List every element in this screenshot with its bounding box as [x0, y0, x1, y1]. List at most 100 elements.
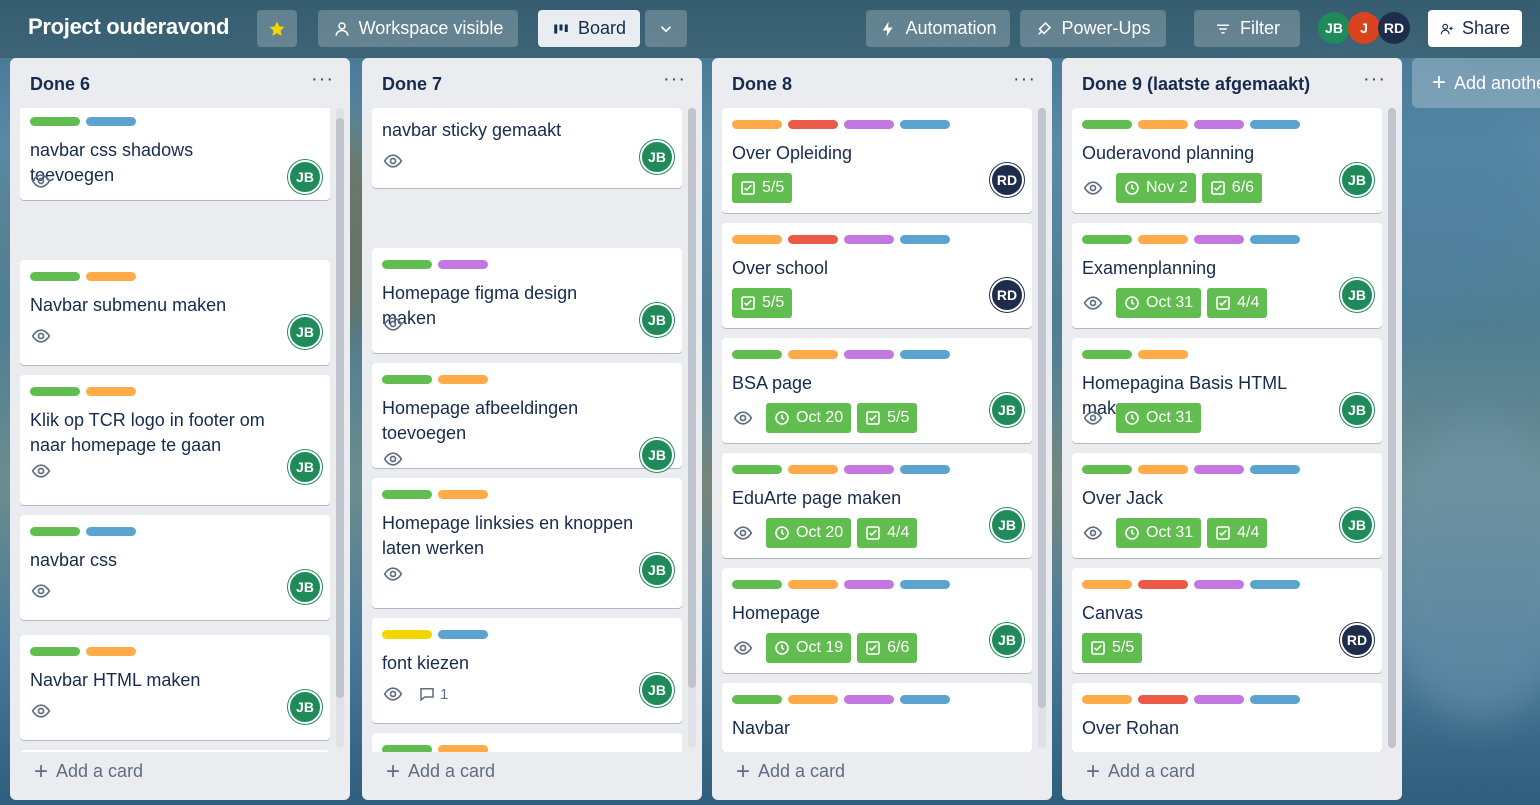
add-card-button[interactable]: + Add a card: [34, 759, 143, 783]
label-orange[interactable]: [732, 120, 782, 129]
scrollbar[interactable]: [1388, 108, 1396, 748]
card[interactable]: BSA page Oct 20 5/5 JB: [722, 338, 1032, 443]
label-orange[interactable]: [438, 745, 488, 752]
card[interactable]: Homepage afbeeldingen toevoegen JB: [372, 363, 682, 472]
label-red[interactable]: [1138, 695, 1188, 704]
avatar[interactable]: JB: [990, 508, 1024, 542]
card[interactable]: Navbar: [722, 683, 1032, 752]
avatar[interactable]: JB: [288, 570, 322, 604]
card[interactable]: Klik op TCR logo in footer om naar homep…: [20, 375, 330, 505]
label-orange[interactable]: [86, 387, 136, 396]
due-date-badge[interactable]: Oct 19: [766, 633, 852, 663]
label-red[interactable]: [788, 120, 838, 129]
card[interactable]: Homepage basis HTML verfijnen: [20, 750, 330, 752]
label-orange[interactable]: [1138, 350, 1188, 359]
label-purple[interactable]: [1194, 695, 1244, 704]
label-purple[interactable]: [1194, 235, 1244, 244]
label-red[interactable]: [788, 235, 838, 244]
label-blue[interactable]: [900, 465, 950, 474]
add-list-button[interactable]: + Add another list: [1412, 58, 1540, 108]
card[interactable]: Canvas 5/5 RD: [1072, 568, 1382, 673]
card[interactable]: Navbar HTML maken JB: [20, 635, 330, 740]
label-blue[interactable]: [1250, 695, 1300, 704]
avatar[interactable]: JB: [640, 673, 674, 707]
card[interactable]: Navbar submenu maken JB: [20, 260, 330, 365]
scrollbar[interactable]: [688, 108, 696, 748]
label-blue[interactable]: [900, 350, 950, 359]
card[interactable]: Navbar linkies en knoppen laten werken: [372, 733, 682, 752]
label-blue[interactable]: [1250, 580, 1300, 589]
label-orange[interactable]: [788, 580, 838, 589]
checklist-badge[interactable]: 5/5: [857, 403, 918, 433]
powerups-button[interactable]: Power-Ups: [1020, 10, 1166, 47]
label-green[interactable]: [1082, 350, 1132, 359]
card[interactable]: navbar css JB: [20, 515, 330, 620]
card[interactable]: Examenplanning Oct 31 4/4 JB: [1072, 223, 1382, 328]
avatar[interactable]: JB: [640, 303, 674, 337]
add-card-button[interactable]: + Add a card: [736, 759, 845, 783]
label-orange[interactable]: [438, 375, 488, 384]
avatar[interactable]: JB: [288, 315, 322, 349]
card[interactable]: Over Rohan: [1072, 683, 1382, 752]
label-blue[interactable]: [900, 580, 950, 589]
card[interactable]: Homepagina Basis HTML maken Oct 31 JB: [1072, 338, 1382, 443]
add-card-button[interactable]: + Add a card: [386, 759, 495, 783]
label-green[interactable]: [30, 647, 80, 656]
list-title[interactable]: Done 7: [382, 74, 442, 95]
label-purple[interactable]: [1194, 580, 1244, 589]
label-blue[interactable]: [86, 527, 136, 536]
avatar[interactable]: JB: [990, 393, 1024, 427]
label-orange[interactable]: [438, 490, 488, 499]
label-purple[interactable]: [844, 350, 894, 359]
avatar[interactable]: RD: [990, 163, 1024, 197]
label-green[interactable]: [30, 117, 80, 126]
label-blue[interactable]: [900, 695, 950, 704]
label-purple[interactable]: [844, 235, 894, 244]
checklist-badge[interactable]: 5/5: [732, 288, 793, 318]
list-title[interactable]: Done 8: [732, 74, 792, 95]
avatar[interactable]: JB: [288, 160, 322, 194]
card[interactable]: EduArte page maken Oct 20 4/4 JB: [722, 453, 1032, 558]
avatar[interactable]: JB: [640, 553, 674, 587]
checklist-badge[interactable]: 5/5: [1082, 633, 1143, 663]
label-blue[interactable]: [900, 120, 950, 129]
card[interactable]: Over Opleiding 5/5 RD: [722, 108, 1032, 213]
label-green[interactable]: [382, 490, 432, 499]
label-green[interactable]: [732, 465, 782, 474]
avatar[interactable]: JB: [1340, 508, 1374, 542]
card[interactable]: Over school 5/5 RD: [722, 223, 1032, 328]
due-date-badge[interactable]: Oct 31: [1116, 518, 1202, 548]
label-purple[interactable]: [844, 695, 894, 704]
label-orange[interactable]: [1082, 580, 1132, 589]
label-green[interactable]: [30, 527, 80, 536]
avatar[interactable]: JB: [1340, 163, 1374, 197]
label-red[interactable]: [1138, 580, 1188, 589]
list-menu-button[interactable]: ···: [311, 68, 334, 91]
label-purple[interactable]: [844, 120, 894, 129]
label-green[interactable]: [382, 260, 432, 269]
share-button[interactable]: Share: [1428, 10, 1522, 47]
label-green[interactable]: [732, 695, 782, 704]
scrollbar-thumb[interactable]: [1038, 108, 1046, 708]
label-blue[interactable]: [1250, 235, 1300, 244]
avatar[interactable]: JB: [1340, 278, 1374, 312]
card[interactable]: Ouderavond planning Nov 2 6/6 JB: [1072, 108, 1382, 213]
board-view-button[interactable]: Board: [538, 10, 640, 47]
label-purple[interactable]: [1194, 120, 1244, 129]
due-date-badge[interactable]: Oct 31: [1116, 403, 1202, 433]
card[interactable]: Homepage Oct 19 6/6 JB: [722, 568, 1032, 673]
label-orange[interactable]: [788, 695, 838, 704]
checklist-badge[interactable]: 5/5: [732, 173, 793, 203]
label-green[interactable]: [1082, 465, 1132, 474]
label-green[interactable]: [382, 375, 432, 384]
avatar[interactable]: JB: [1318, 12, 1350, 44]
label-purple[interactable]: [844, 580, 894, 589]
list-title[interactable]: Done 6: [30, 74, 90, 95]
avatar[interactable]: JB: [640, 140, 674, 174]
avatar[interactable]: JB: [640, 438, 674, 472]
label-green[interactable]: [1082, 120, 1132, 129]
filter-button[interactable]: Filter: [1194, 10, 1300, 47]
label-blue[interactable]: [86, 117, 136, 126]
label-orange[interactable]: [788, 465, 838, 474]
label-orange[interactable]: [86, 272, 136, 281]
